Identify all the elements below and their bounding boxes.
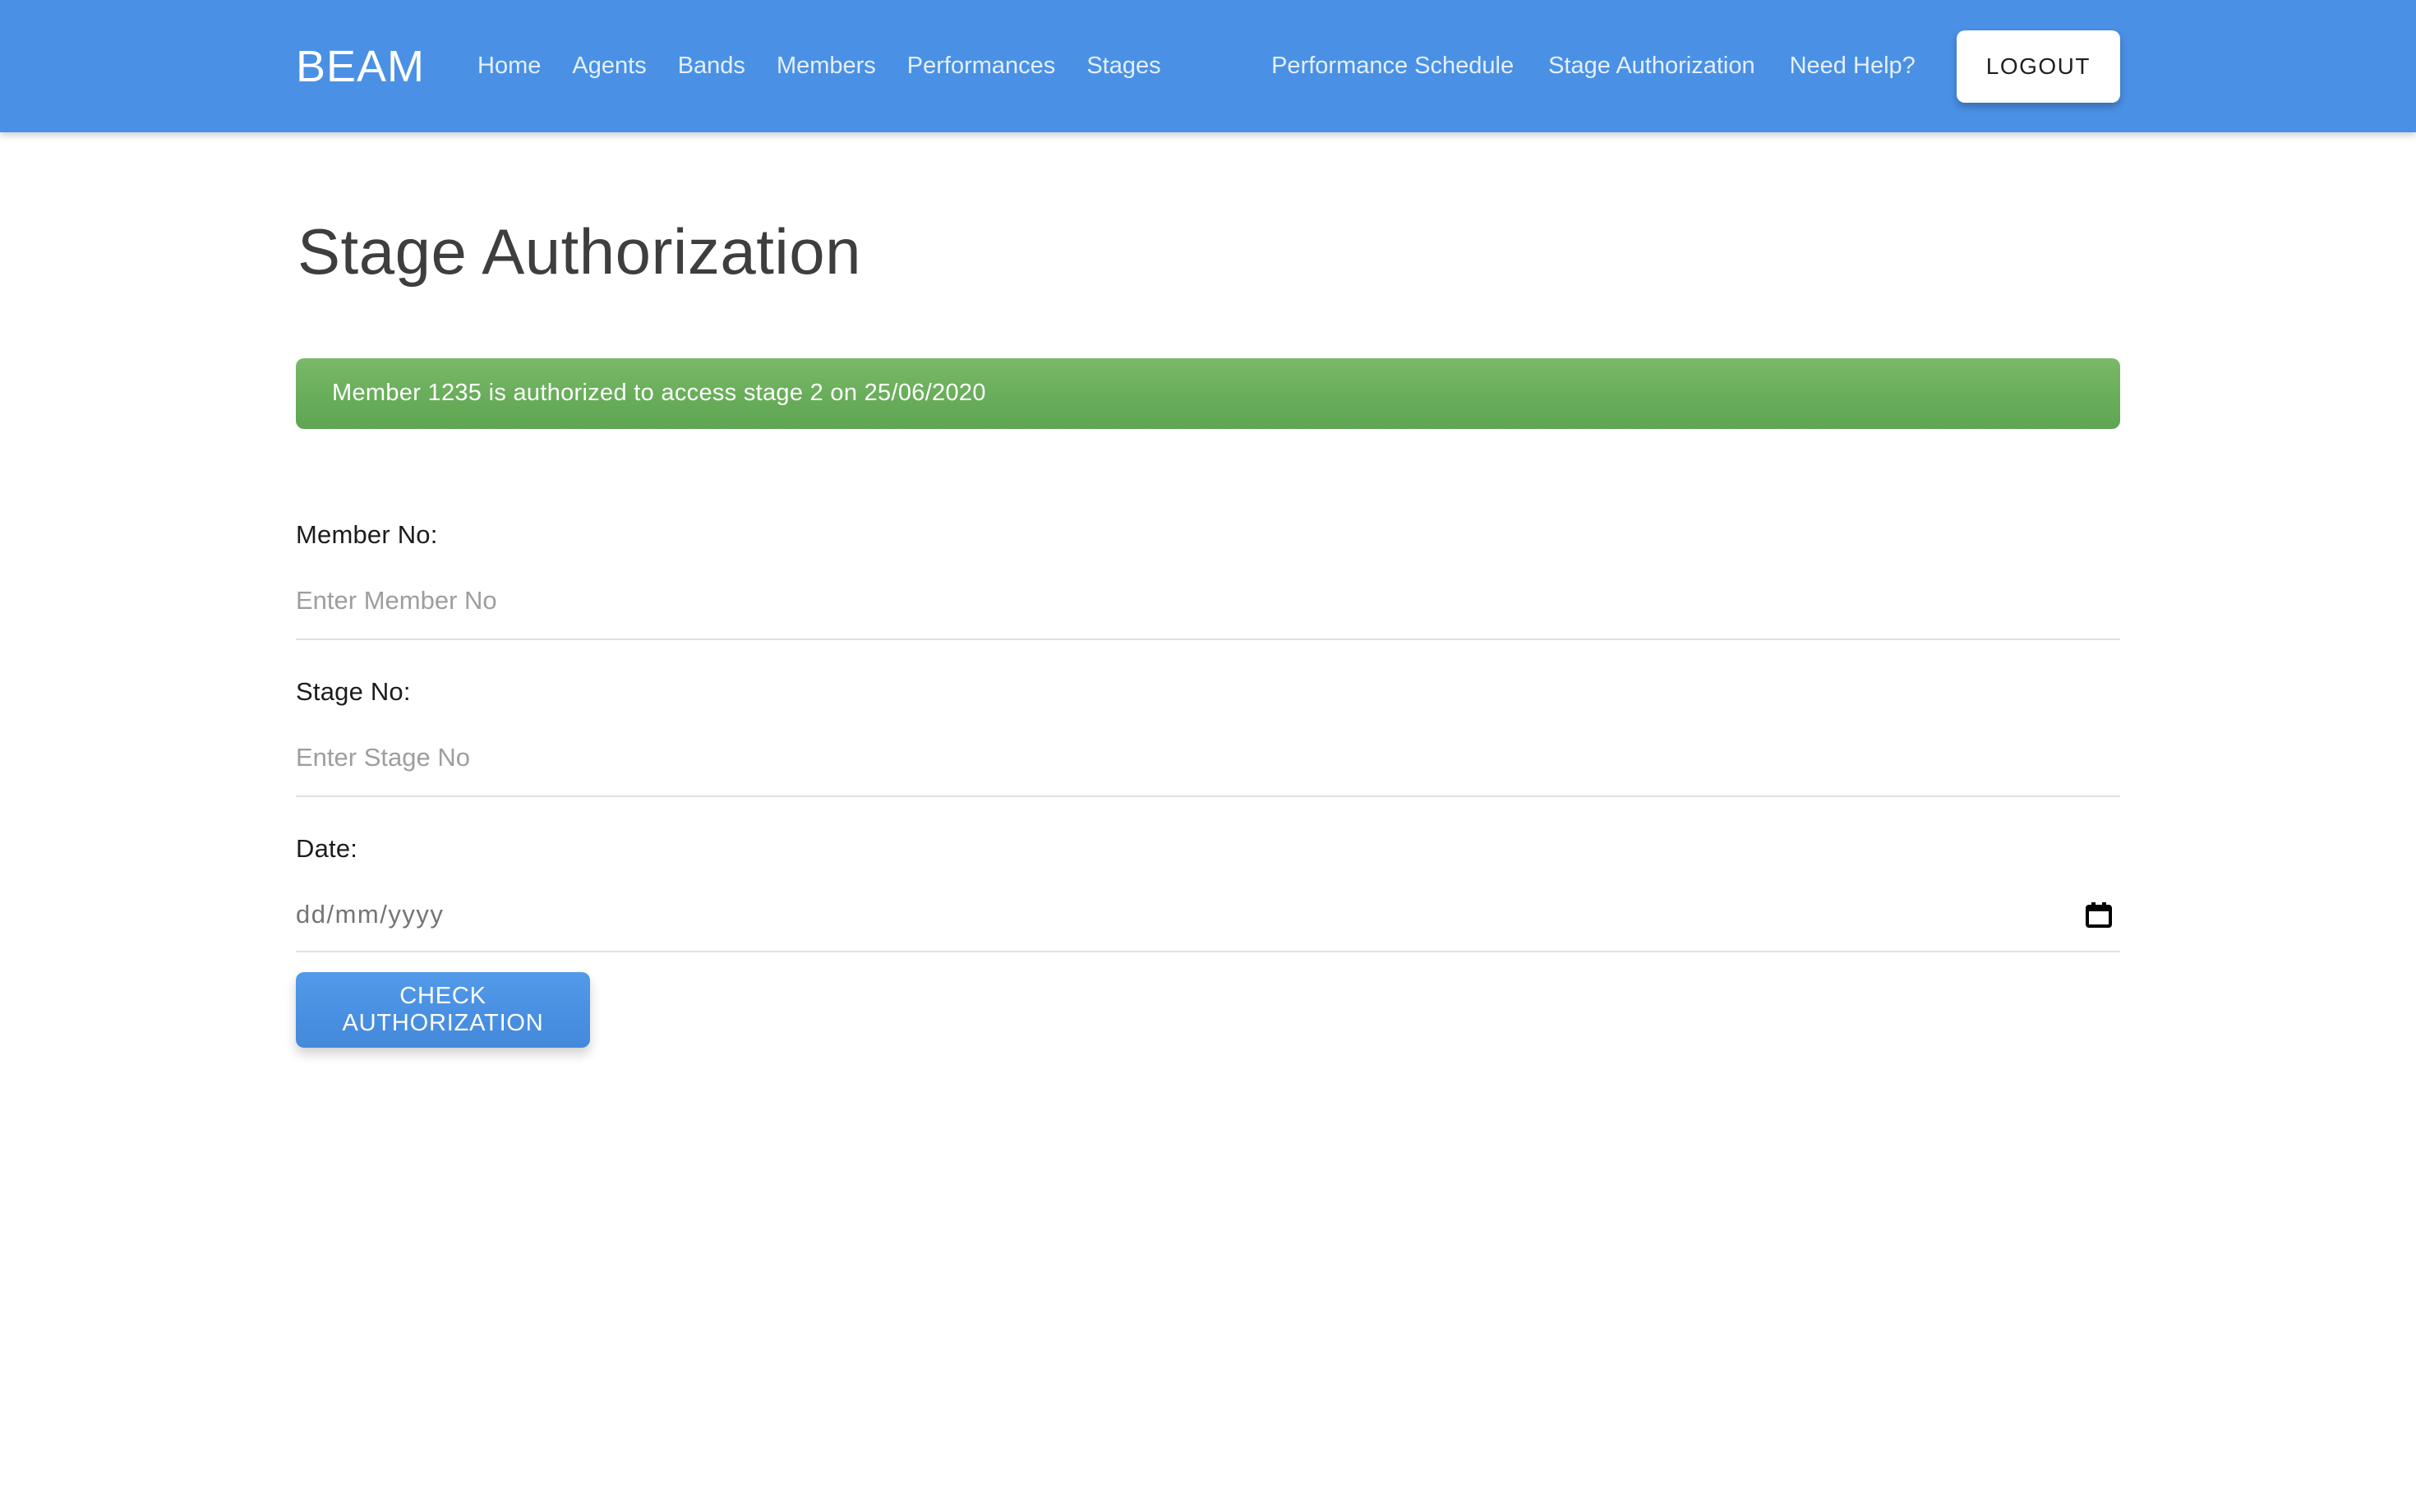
page-title: Stage Authorization (297, 218, 2120, 286)
top-navbar: BEAM Home Agents Bands Members Performan… (0, 0, 2416, 132)
member-no-input[interactable] (296, 586, 2120, 640)
authorization-form: Member No: Stage No: Date: dd/mm/yyyy CH… (296, 520, 2120, 1048)
nav-link-stage-authorization[interactable]: Stage Authorization (1548, 53, 1755, 80)
nav-link-stages[interactable]: Stages (1086, 53, 1160, 80)
member-no-field: Member No: (296, 520, 2120, 640)
nav-link-agents[interactable]: Agents (572, 53, 646, 80)
date-placeholder: dd/mm/yyyy (296, 900, 444, 929)
nav-link-bands[interactable]: Bands (678, 53, 745, 80)
nav-link-members[interactable]: Members (777, 53, 876, 80)
stage-no-label: Stage No: (296, 677, 2120, 707)
secondary-nav: Performance Schedule Stage Authorization… (1271, 30, 2120, 103)
date-field: Date: dd/mm/yyyy (296, 834, 2120, 952)
success-alert: Member 1235 is authorized to access stag… (296, 358, 2120, 429)
check-authorization-button[interactable]: CHECK AUTHORIZATION (296, 972, 590, 1048)
member-no-label: Member No: (296, 520, 2120, 550)
nav-link-performances[interactable]: Performances (907, 53, 1056, 80)
nav-link-home[interactable]: Home (477, 53, 541, 80)
nav-link-need-help[interactable]: Need Help? (1790, 53, 1916, 80)
date-label: Date: (296, 834, 2120, 864)
date-input[interactable]: dd/mm/yyyy (296, 900, 2120, 952)
calendar-icon[interactable] (2084, 900, 2114, 929)
nav-link-performance-schedule[interactable]: Performance Schedule (1271, 53, 1514, 80)
success-alert-message: Member 1235 is authorized to access stag… (332, 380, 986, 407)
stage-no-input[interactable] (296, 743, 2120, 797)
primary-nav: Home Agents Bands Members Performances S… (477, 53, 1161, 80)
stage-no-field: Stage No: (296, 677, 2120, 797)
main-content: Stage Authorization Member 1235 is autho… (0, 218, 2416, 1048)
brand-logo[interactable]: BEAM (296, 41, 425, 92)
logout-button[interactable]: LOGOUT (1957, 30, 2120, 103)
